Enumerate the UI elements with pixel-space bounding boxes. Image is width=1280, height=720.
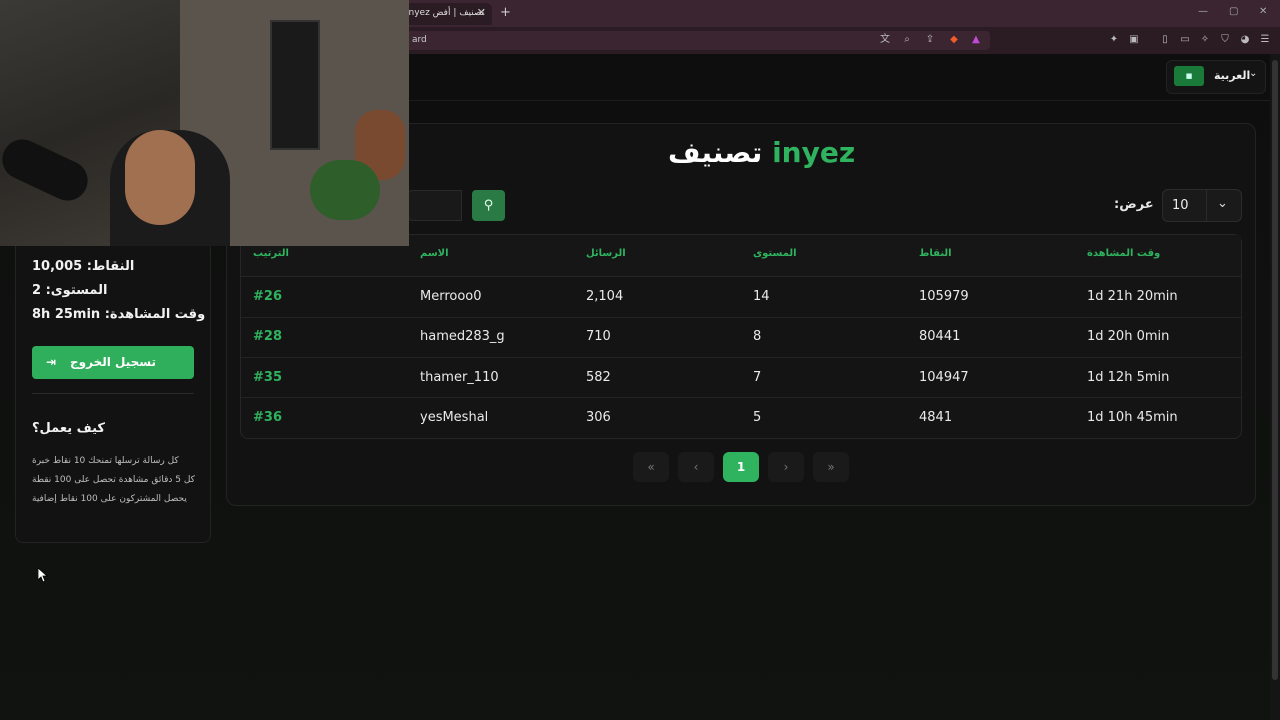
webcam-poster xyxy=(270,20,320,150)
row-rank: #28 xyxy=(253,329,282,344)
logout-button[interactable]: ⇥ تسجيل الخروج xyxy=(32,346,194,379)
webcam-face xyxy=(125,130,195,225)
new-tab-button[interactable]: + xyxy=(500,5,511,20)
last-page-button[interactable]: » xyxy=(813,452,849,482)
search-icon: ⚲ xyxy=(483,198,494,213)
column-header-rank: الترتيب xyxy=(253,248,289,259)
row-points: 104947 xyxy=(919,370,969,385)
row-watch-time: 1d 21h 20min xyxy=(1087,289,1178,304)
row-points: 4841 xyxy=(919,410,953,425)
row-name: thamer_110 xyxy=(420,370,499,385)
column-header-name: الاسم xyxy=(420,248,449,259)
saudi-flag-icon: ■ xyxy=(1174,66,1204,86)
title-channel-name: inyez xyxy=(772,136,856,169)
leo-ai-icon[interactable]: ✧ xyxy=(1198,33,1212,47)
tab-title: inyez تصنيف | أفض xyxy=(406,8,485,18)
sidebar-toggle-icon[interactable]: ▯ xyxy=(1158,33,1172,47)
next-page-button[interactable]: › xyxy=(768,452,804,482)
row-points: 80441 xyxy=(919,329,961,344)
row-messages: 306 xyxy=(586,410,611,425)
row-level: 8 xyxy=(753,329,762,344)
logout-label: تسجيل الخروج xyxy=(70,355,156,369)
profile-icon[interactable]: ◕ xyxy=(1238,33,1252,47)
address-text: ard xyxy=(412,35,427,45)
points-stat: النقاط: 10,005 xyxy=(32,259,135,274)
row-rank: #26 xyxy=(253,289,282,304)
webcam-overlay xyxy=(0,0,409,246)
show-count-value[interactable]: 10 xyxy=(1172,198,1189,213)
browser-tab[interactable]: inyez تصنيف | أفض ✕ xyxy=(400,3,492,25)
search-button[interactable]: ⚲ xyxy=(472,190,505,221)
window-close-button[interactable]: ✕ xyxy=(1259,6,1267,17)
how-line: يحصل المشتركون على 100 نقاط إضافية xyxy=(32,494,187,504)
first-page-button[interactable]: « xyxy=(633,452,669,482)
row-name: Merrooo0 xyxy=(420,289,482,304)
tab-close-icon[interactable]: ✕ xyxy=(477,6,486,19)
row-rank: #36 xyxy=(253,410,282,425)
zoom-icon[interactable]: ⌕ xyxy=(900,33,914,47)
prev-page-button[interactable]: ‹ xyxy=(678,452,714,482)
row-name: hamed283_g xyxy=(420,329,505,344)
row-messages: 710 xyxy=(586,329,611,344)
row-rank: #35 xyxy=(253,370,282,385)
current-page-button[interactable]: 1 xyxy=(723,452,759,482)
column-header-messages: الرسائل xyxy=(586,248,626,259)
chevron-down-icon[interactable]: ⌄ xyxy=(1249,68,1257,79)
chevron-down-icon[interactable]: ⌄ xyxy=(1217,196,1228,211)
row-watch-time: 1d 20h 0min xyxy=(1087,329,1170,344)
brave-rewards-icon[interactable]: ▲ xyxy=(969,33,983,47)
webcam-microphone xyxy=(0,132,95,208)
column-header-watch-time: وقت المشاهدة xyxy=(1087,248,1161,259)
level-stat: المستوى: 2 xyxy=(32,283,108,298)
logout-icon: ⇥ xyxy=(46,355,57,369)
how-line: كل 5 دقائق مشاهدة تحصل على 100 نقطة xyxy=(32,475,195,485)
minimize-button[interactable]: — xyxy=(1198,6,1208,17)
webcam-plant xyxy=(310,160,380,220)
title-prefix: تصنيف xyxy=(668,136,763,169)
wallet-icon[interactable]: ▭ xyxy=(1178,33,1192,47)
how-line: كل رسالة ترسلها تمنحك 10 نقاط خبرة xyxy=(32,456,179,466)
column-header-level: المستوى xyxy=(753,248,797,259)
page-title: تصنيف inyez xyxy=(668,136,855,169)
row-level: 7 xyxy=(753,370,762,385)
row-name: yesMeshal xyxy=(420,410,489,425)
row-level: 5 xyxy=(753,410,762,425)
how-it-works-title: كيف يعمل؟ xyxy=(32,421,105,436)
row-watch-time: 1d 10h 45min xyxy=(1087,410,1178,425)
search-input[interactable] xyxy=(408,190,462,221)
row-messages: 2,104 xyxy=(586,289,624,304)
row-level: 14 xyxy=(753,289,770,304)
sidebar-divider xyxy=(32,393,194,394)
show-count-label: :عرض xyxy=(1114,197,1154,212)
menu-icon[interactable]: ☰ xyxy=(1258,33,1272,47)
row-watch-time: 1d 12h 5min xyxy=(1087,370,1170,385)
row-messages: 582 xyxy=(586,370,611,385)
extensions-icon[interactable]: ✦ xyxy=(1107,33,1121,47)
translate-icon[interactable]: 文 xyxy=(878,33,892,47)
brave-shield-icon[interactable]: ◆ xyxy=(947,33,961,47)
vpn-icon[interactable]: ⛉ xyxy=(1218,33,1232,47)
column-header-points: النقاط xyxy=(919,248,952,259)
mouse-cursor-icon xyxy=(38,568,48,582)
tab-manager-icon[interactable]: ▣ xyxy=(1127,33,1141,47)
maximize-button[interactable]: ▢ xyxy=(1229,6,1238,17)
scrollbar-thumb[interactable] xyxy=(1272,60,1278,680)
watch-time-stat: وقت المشاهدة: 8h 25min xyxy=(32,307,206,322)
language-label[interactable]: العربية xyxy=(1214,69,1250,82)
row-points: 105979 xyxy=(919,289,969,304)
share-icon[interactable]: ⇪ xyxy=(923,33,937,47)
